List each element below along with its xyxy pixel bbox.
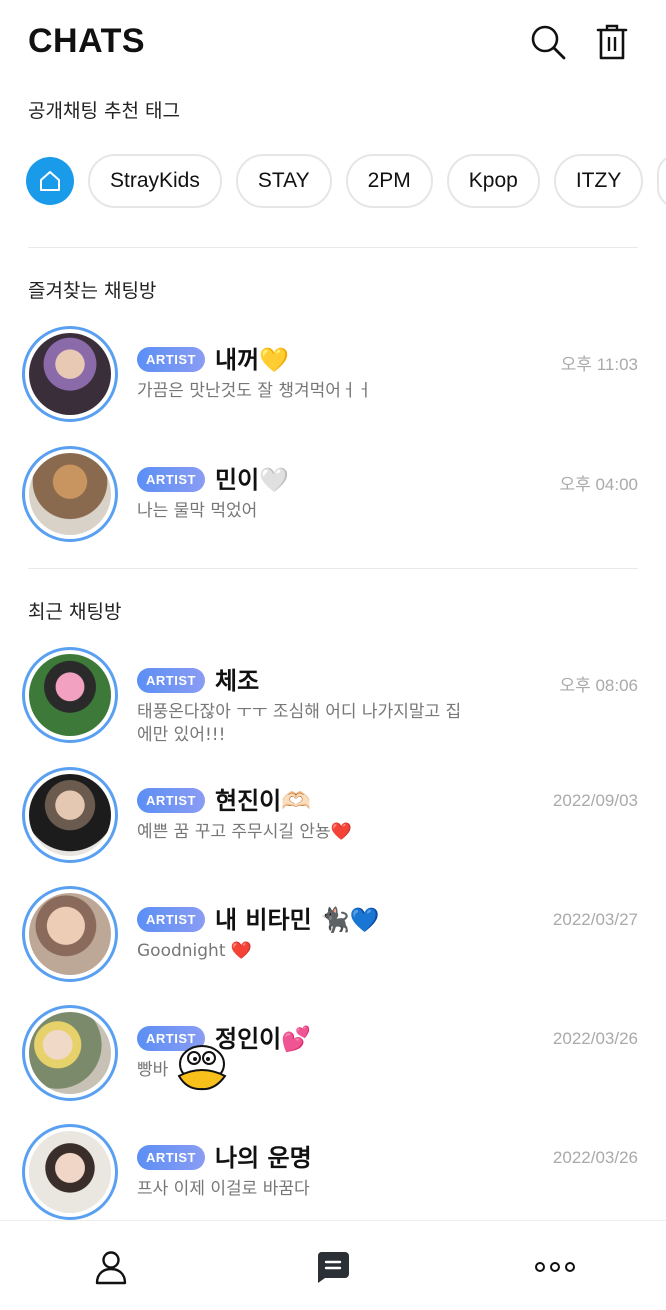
divider xyxy=(28,247,638,248)
last-message: 태풍온다잖아 ㅜㅜ 조심해 어디 나가지말고 집에만 있어!!! xyxy=(137,702,462,745)
timestamp: 오후 04:00 xyxy=(559,475,638,494)
chat-row[interactable]: ARTIST 내 비타민 🐈‍⬛💙 Goodnight ❤️ 2022/03/2… xyxy=(0,882,666,992)
recent-section-label: 최근 채팅방 xyxy=(28,601,122,623)
last-message: 나는 물막 먹었어 xyxy=(137,501,258,521)
avatar xyxy=(22,1124,118,1220)
tag-chip[interactable]: 2PM xyxy=(345,154,433,208)
chat-icon[interactable] xyxy=(305,1239,361,1295)
chat-row[interactable]: ARTIST 정인이💕 빵바 2022/03/26 xyxy=(0,1001,666,1111)
room-name: 정인이💕 xyxy=(215,1025,312,1053)
tag-chip[interactable]: STAY xyxy=(235,154,332,208)
timestamp: 2022/03/26 xyxy=(552,1148,638,1167)
tag-chip[interactable]: StrayKids xyxy=(88,154,222,208)
avatar xyxy=(22,446,118,542)
bottom-nav xyxy=(0,1220,666,1310)
tag-chip-partial[interactable] xyxy=(657,154,666,208)
room-name: 체조 xyxy=(215,667,260,695)
timestamp: 2022/03/26 xyxy=(552,1029,638,1048)
room-name: 민이🤍 xyxy=(215,466,290,494)
last-message: 예쁜 꿈 꾸고 주무시길 안뇽❤️ xyxy=(137,822,352,842)
duck-sticker-icon xyxy=(175,1044,229,1092)
home-icon[interactable] xyxy=(26,157,74,205)
tag-chip[interactable]: Kpop xyxy=(446,154,540,208)
more-icon[interactable] xyxy=(527,1239,583,1295)
avatar xyxy=(22,886,118,982)
last-message: 프사 이제 이걸로 바꿈다 xyxy=(137,1179,310,1199)
room-name: 나의 운명 xyxy=(215,1144,312,1172)
trash-icon[interactable] xyxy=(590,20,634,64)
artist-badge: ARTIST xyxy=(137,467,205,492)
room-name: 내꺼💛 xyxy=(215,346,290,374)
room-name: 현진이🫶🏻 xyxy=(215,787,312,815)
tag-chip[interactable]: ITZY xyxy=(553,154,644,208)
artist-badge: ARTIST xyxy=(137,1145,205,1170)
room-name: 내 비타민 🐈‍⬛💙 xyxy=(215,906,380,934)
avatar xyxy=(22,647,118,743)
profile-icon[interactable] xyxy=(83,1239,139,1295)
chat-row[interactable]: ARTIST 현진이🫶🏻 예쁜 꿈 꾸고 주무시길 안뇽❤️ 2022/09/0… xyxy=(0,763,666,873)
timestamp: 2022/03/27 xyxy=(552,910,638,929)
chat-row[interactable]: ARTIST 민이🤍 나는 물막 먹었어 오후 04:00 xyxy=(0,442,666,552)
tags-section-label: 공개채팅 추천 태그 xyxy=(28,100,180,122)
timestamp: 오후 11:03 xyxy=(560,355,638,374)
divider xyxy=(28,568,638,569)
avatar xyxy=(22,326,118,422)
last-message: Goodnight ❤️ xyxy=(137,941,253,961)
artist-badge: ARTIST xyxy=(137,347,205,372)
artist-badge: ARTIST xyxy=(137,907,205,932)
chat-row[interactable]: ARTIST 체조 태풍온다잖아 ㅜㅜ 조심해 어디 나가지말고 집에만 있어!… xyxy=(0,643,666,753)
artist-badge: ARTIST xyxy=(137,788,205,813)
avatar xyxy=(22,767,118,863)
chat-row[interactable]: ARTIST 나의 운명 프사 이제 이걸로 바꿈다 2022/03/26 xyxy=(0,1120,666,1230)
search-icon[interactable] xyxy=(526,20,570,64)
chat-row[interactable]: ARTIST 내꺼💛 가끔은 맛난것도 잘 챙겨먹어ㅓㅓ 오후 11:03 xyxy=(0,322,666,432)
favorites-section-label: 즐겨찾는 채팅방 xyxy=(28,280,157,302)
timestamp: 오후 08:06 xyxy=(559,676,638,695)
avatar xyxy=(22,1005,118,1101)
tag-list: StrayKids STAY 2PM Kpop ITZY xyxy=(26,154,666,208)
timestamp: 2022/09/03 xyxy=(552,791,638,810)
last-message: 가끔은 맛난것도 잘 챙겨먹어ㅓㅓ xyxy=(137,381,373,401)
header: CHATS xyxy=(0,0,666,84)
artist-badge: ARTIST xyxy=(137,668,205,693)
page-title: CHATS xyxy=(28,22,146,60)
